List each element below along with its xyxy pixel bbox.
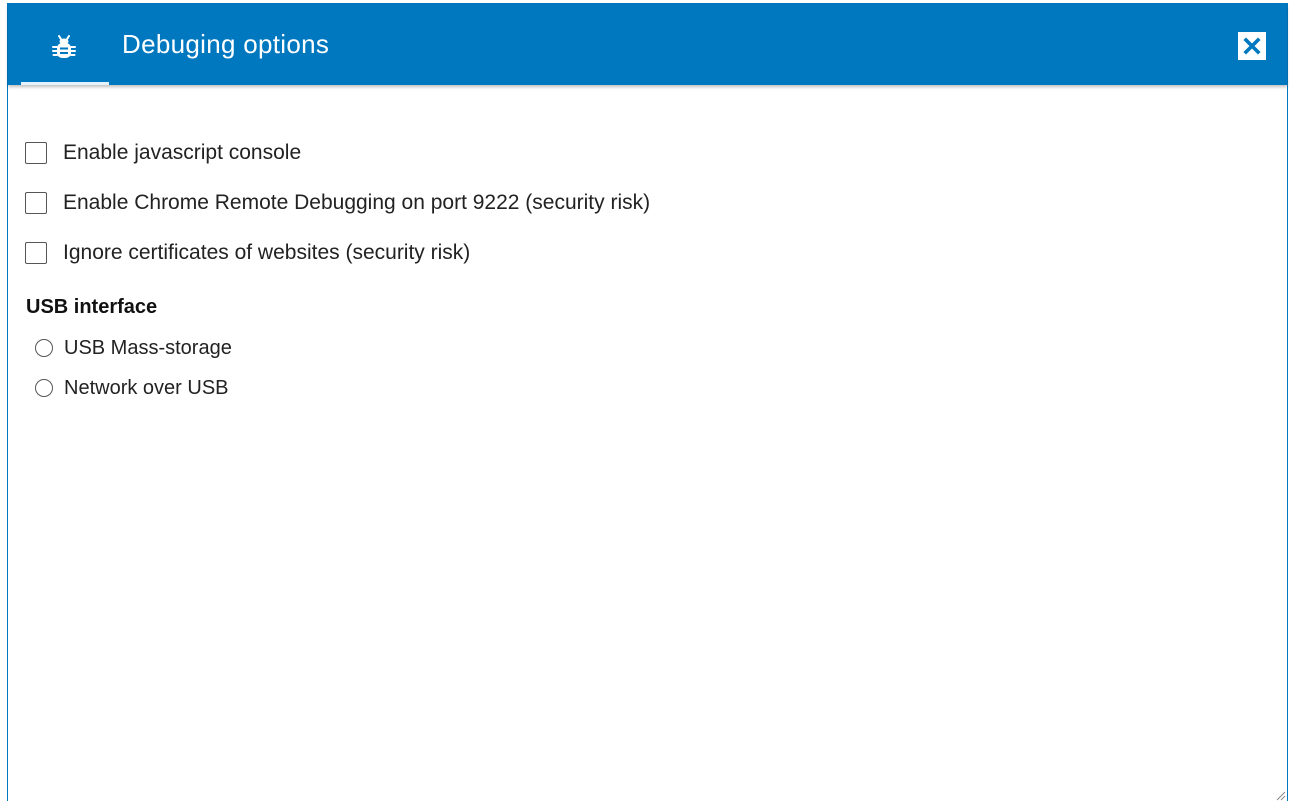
- active-tab-indicator: [21, 82, 109, 85]
- resize-grip-icon[interactable]: [1274, 788, 1286, 801]
- close-icon: [1243, 37, 1261, 55]
- radio-row-network-over-usb[interactable]: Network over USB: [35, 375, 229, 401]
- debugging-options-dialog: Debuging options Enable javascript conso…: [7, 3, 1288, 801]
- dialog-titlebar: Debuging options: [8, 4, 1287, 85]
- network-over-usb-radio[interactable]: [35, 379, 53, 397]
- chrome-remote-debugging-checkbox[interactable]: [25, 192, 47, 214]
- usb-mass-storage-radio[interactable]: [35, 339, 53, 357]
- close-button[interactable]: [1238, 32, 1266, 60]
- radio-label: USB Mass-storage: [64, 336, 232, 359]
- checkbox-row-chrome-remote-debugging[interactable]: Enable Chrome Remote Debugging on port 9…: [25, 189, 650, 217]
- usb-interface-heading: USB interface: [26, 296, 158, 318]
- checkbox-label: Enable javascript console: [63, 141, 302, 164]
- checkbox-row-ignore-certificates[interactable]: Ignore certificates of websites (securit…: [25, 239, 470, 267]
- bug-icon: [52, 33, 76, 61]
- checkbox-row-javascript-console[interactable]: Enable javascript console: [25, 139, 301, 167]
- dialog-title: Debuging options: [122, 29, 330, 59]
- radio-row-usb-mass-storage[interactable]: USB Mass-storage: [35, 335, 232, 361]
- ignore-certificates-checkbox[interactable]: [25, 242, 47, 264]
- checkbox-label: Enable Chrome Remote Debugging on port 9…: [63, 191, 651, 214]
- radio-label: Network over USB: [64, 376, 229, 399]
- checkbox-label: Ignore certificates of websites (securit…: [63, 241, 471, 264]
- javascript-console-checkbox[interactable]: [25, 142, 47, 164]
